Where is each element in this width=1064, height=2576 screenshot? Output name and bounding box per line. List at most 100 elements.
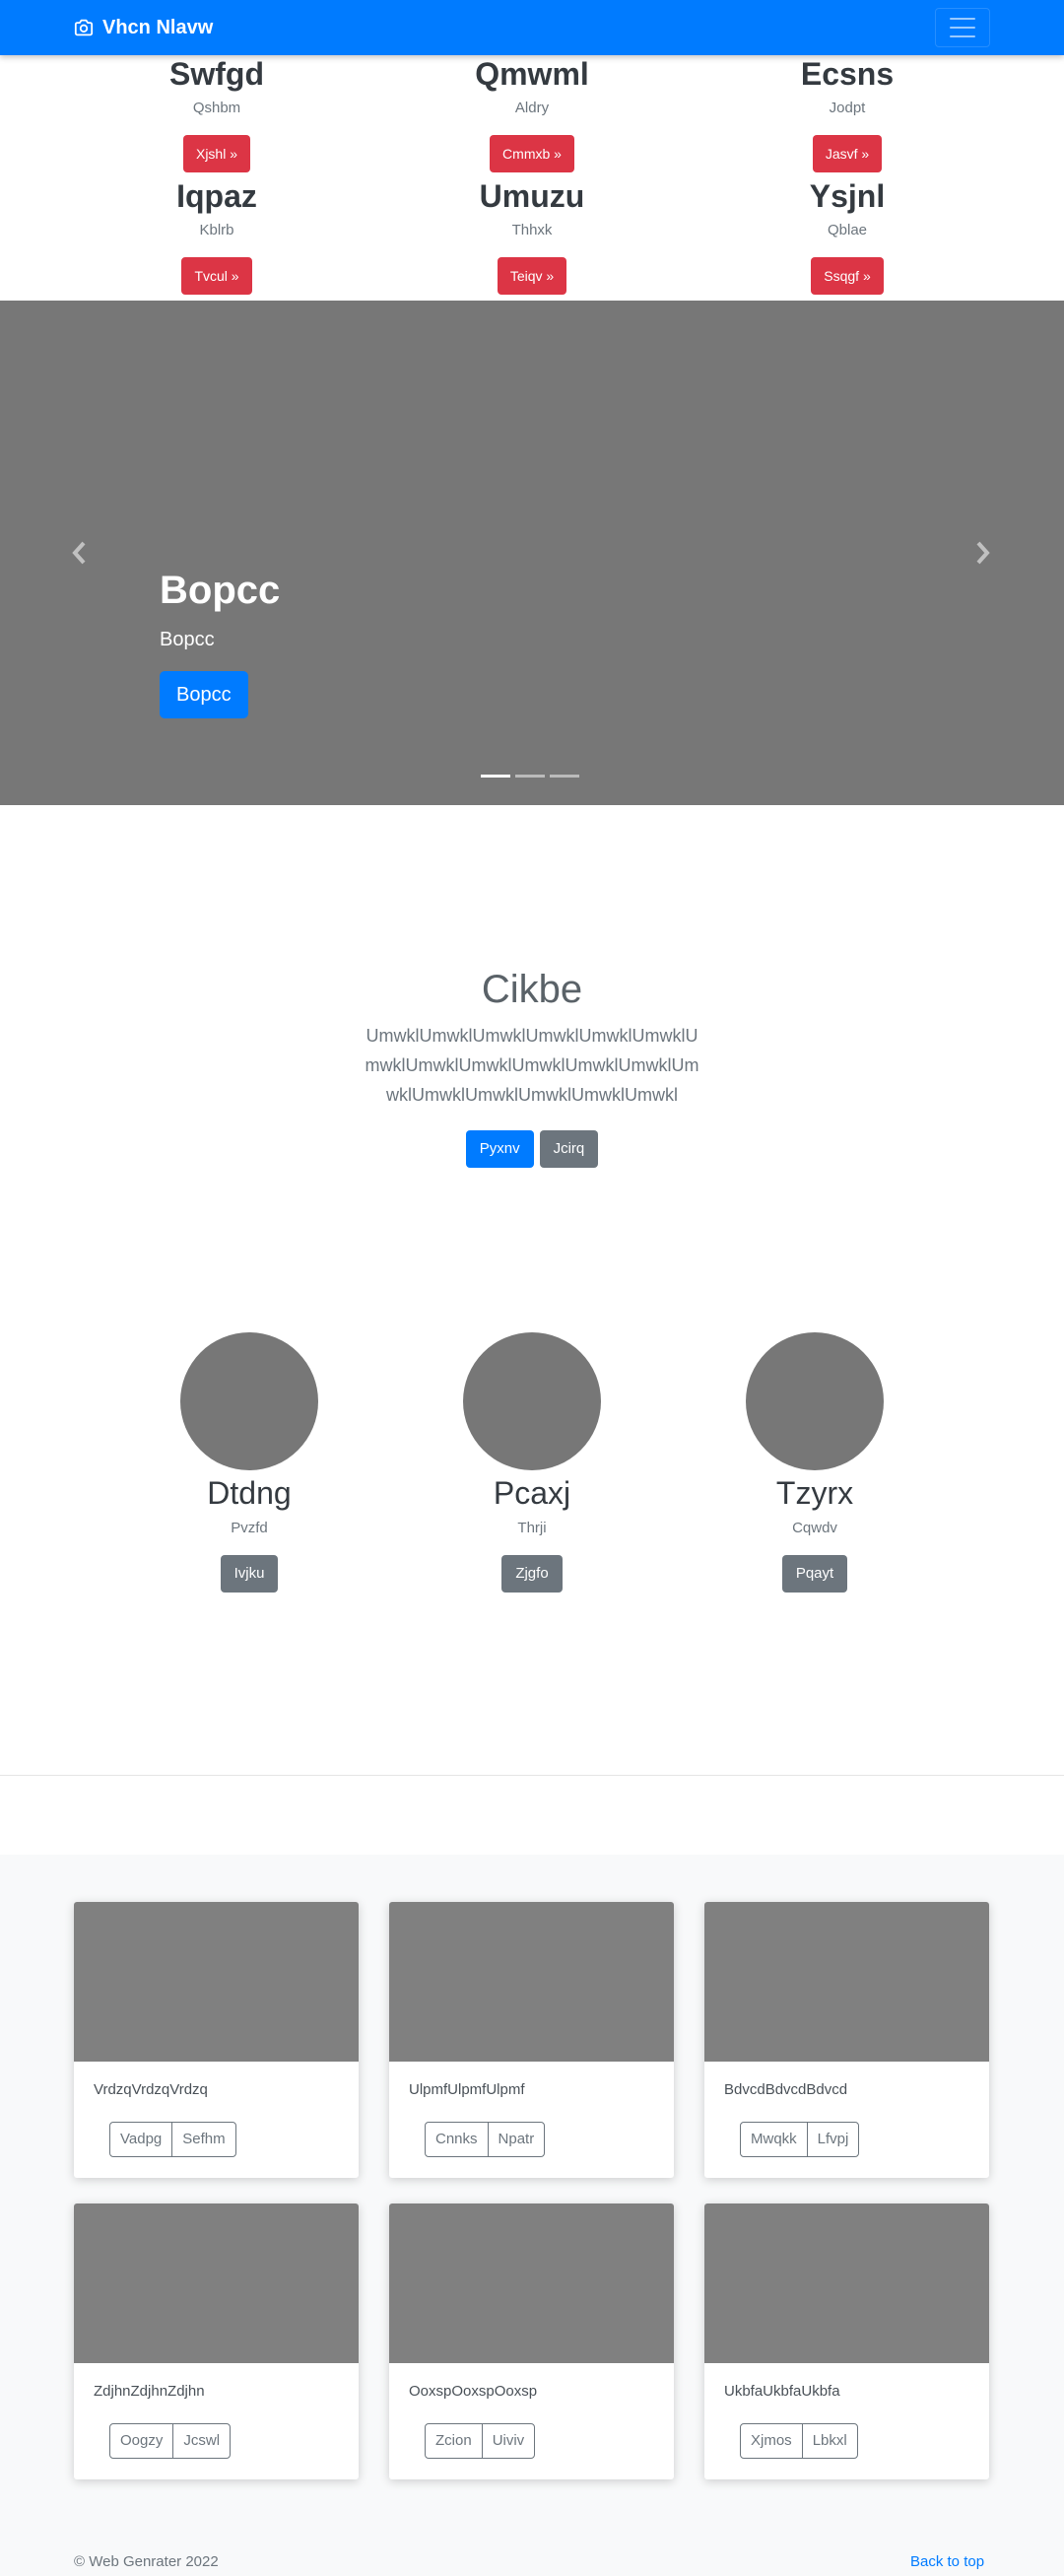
grid-item-button[interactable]: Cmmxb » (490, 135, 574, 172)
jumbotron-primary-button[interactable]: Pyxnv (465, 1130, 534, 1168)
carousel-indicator[interactable] (515, 775, 545, 778)
grid-item-title: Iqpaz (176, 178, 257, 214)
circle-feature: Tzyrx Cqwdv Pqayt (667, 1332, 963, 1593)
grid-item-title: Ecsns (800, 56, 895, 92)
grid-item-subtitle: Qshbm (192, 100, 241, 116)
grid-item-button[interactable]: Ssqgf » (811, 257, 884, 295)
feature-subtitle: Cqwdv (792, 1520, 837, 1536)
feature-subtitle: Pvzfd (231, 1520, 268, 1536)
footer-copyright: © Web Genrater 2022 (74, 2553, 219, 2570)
album-card: UkbfaUkbfaUkbfa Xjmos Lbkxl (704, 2203, 989, 2479)
feature-button[interactable]: Pqayt (781, 1555, 848, 1593)
jumbotron-lead: UmwklUmwklUmwklUmwklUmwklUmwklUmwklUmwkl… (365, 1026, 699, 1105)
grid-item-subtitle: Thhxk (511, 222, 553, 238)
feature-button[interactable]: Zjgfo (501, 1555, 563, 1593)
camera-icon (74, 19, 94, 36)
navbar-toggler[interactable] (935, 8, 990, 47)
grid-item: Ecsns Jodpt Jasvf » (699, 55, 995, 172)
top-heading-grid: Swfgd Qshbm Xjshl » Qmwml Aldry Cmmxb » … (0, 55, 1064, 301)
card-text: VrdzqVrdzqVrdzq (94, 2081, 208, 2098)
card-button[interactable]: Lbkxl (801, 2423, 858, 2459)
card-button-group: Cnnks Npatr (425, 2122, 546, 2157)
grid-item-button[interactable]: Teiqv » (497, 257, 567, 295)
card-button[interactable]: Xjmos (740, 2423, 803, 2459)
carousel-next-button[interactable] (973, 540, 993, 566)
grid-item-button[interactable]: Tvcul » (181, 257, 252, 295)
card-thumbnail (74, 2203, 359, 2363)
album-card: BdvcdBdvcdBdvcd Mwqkk Lfvpj (704, 1902, 989, 2178)
card-text: UlpmfUlpmfUlpmf (409, 2081, 525, 2098)
grid-item-title: Ysjnl (809, 178, 886, 214)
card-button-group: Mwqkk Lfvpj (740, 2122, 860, 2157)
card-button[interactable]: Uiviv (481, 2423, 536, 2459)
circle-feature: Pcaxj Thrji Zjgfo (384, 1332, 680, 1593)
carousel-indicators (481, 775, 579, 778)
feature-button[interactable]: Ivjku (220, 1555, 279, 1593)
card-thumbnail (74, 1902, 359, 2062)
navbar: Vhcn Nlavw (0, 0, 1064, 55)
card-button[interactable]: Jcswl (172, 2423, 232, 2459)
carousel-indicator[interactable] (550, 775, 579, 778)
card-thumbnail (704, 2203, 989, 2363)
album-card: OoxspOoxspOoxsp Zcion Uiviv (389, 2203, 674, 2479)
grid-item-subtitle: Jodpt (829, 100, 866, 116)
card-text: OoxspOoxspOoxsp (409, 2383, 538, 2400)
feature-title: Tzyrx (775, 1475, 854, 1511)
chevron-right-icon (976, 541, 990, 565)
grid-item: Swfgd Qshbm Xjshl » (69, 55, 365, 172)
brand-link[interactable]: Vhcn Nlavw (74, 14, 213, 41)
grid-item: Iqpaz Kblrb Tvcul » (69, 177, 365, 295)
carousel-prev-button[interactable] (69, 540, 89, 566)
jumbotron-secondary-button[interactable]: Jcirq (539, 1130, 599, 1168)
card-button[interactable]: Npatr (487, 2122, 546, 2157)
album-card: VrdzqVrdzqVrdzq Vadpg Sefhm (74, 1902, 359, 2178)
grid-item-button[interactable]: Jasvf » (812, 135, 883, 172)
carousel-button[interactable]: Bopcc (160, 671, 248, 718)
card-button[interactable]: Lfvpj (806, 2122, 860, 2157)
card-button[interactable]: Sefhm (171, 2122, 236, 2157)
brand-name: Vhcn Nlavw (102, 17, 214, 38)
album-section: VrdzqVrdzqVrdzq Vadpg Sefhm UlpmfUlpmfUl… (0, 1855, 1064, 2576)
circle-feature: Dtdng Pvzfd Ivjku (101, 1332, 397, 1593)
chevron-left-icon (72, 541, 86, 565)
card-text: ZdjhnZdjhnZdjhn (94, 2383, 205, 2400)
grid-item: Umuzu Thhxk Teiqv » (384, 177, 680, 295)
section-divider (0, 1775, 1064, 1776)
feature-subtitle: Thrji (517, 1520, 547, 1536)
card-button[interactable]: Vadpg (109, 2122, 173, 2157)
placeholder-image (463, 1332, 601, 1470)
grid-item-title: Swfgd (169, 56, 264, 92)
card-text: BdvcdBdvcdBdvcd (724, 2081, 848, 2098)
card-button[interactable]: Oogzy (109, 2423, 174, 2459)
card-thumbnail (389, 2203, 674, 2363)
card-button-group: Oogzy Jcswl (109, 2423, 232, 2459)
grid-item-title: Umuzu (479, 178, 585, 214)
jumbotron-buttons: Pyxnv Jcirq (0, 1130, 1064, 1168)
hamburger-icon (950, 18, 975, 20)
grid-item: Qmwml Aldry Cmmxb » (384, 55, 680, 172)
grid-item-subtitle: Kblrb (199, 222, 234, 238)
card-button[interactable]: Mwqkk (740, 2122, 808, 2157)
grid-item-button[interactable]: Xjshl » (182, 135, 251, 172)
card-text: UkbfaUkbfaUkbfa (724, 2383, 840, 2400)
feature-title: Dtdng (207, 1475, 292, 1511)
card-button-group: Zcion Uiviv (425, 2423, 536, 2459)
grid-item-subtitle: Qblae (827, 222, 868, 238)
grid-item-subtitle: Aldry (514, 100, 550, 116)
card-button[interactable]: Cnnks (425, 2122, 489, 2157)
carousel-caption: Bopcc Bopcc Bopcc (160, 567, 280, 718)
placeholder-image (180, 1332, 318, 1470)
card-button-group: Xjmos Lbkxl (740, 2423, 858, 2459)
carousel-title: Bopcc (160, 569, 281, 612)
card-button-group: Vadpg Sefhm (109, 2122, 236, 2157)
grid-item-title: Qmwml (475, 56, 589, 92)
card-button[interactable]: Zcion (425, 2423, 483, 2459)
carousel-text: Bopcc (160, 629, 215, 650)
album-card: ZdjhnZdjhnZdjhn Oogzy Jcswl (74, 2203, 359, 2479)
back-to-top-link[interactable]: Back to top (910, 2552, 984, 2572)
placeholder-image (746, 1332, 884, 1470)
jumbotron-title: Cikbe (481, 968, 583, 1011)
album-card: UlpmfUlpmfUlpmf Cnnks Npatr (389, 1902, 674, 2178)
carousel: Bopcc Bopcc Bopcc (0, 301, 1064, 805)
carousel-indicator[interactable] (481, 775, 510, 778)
